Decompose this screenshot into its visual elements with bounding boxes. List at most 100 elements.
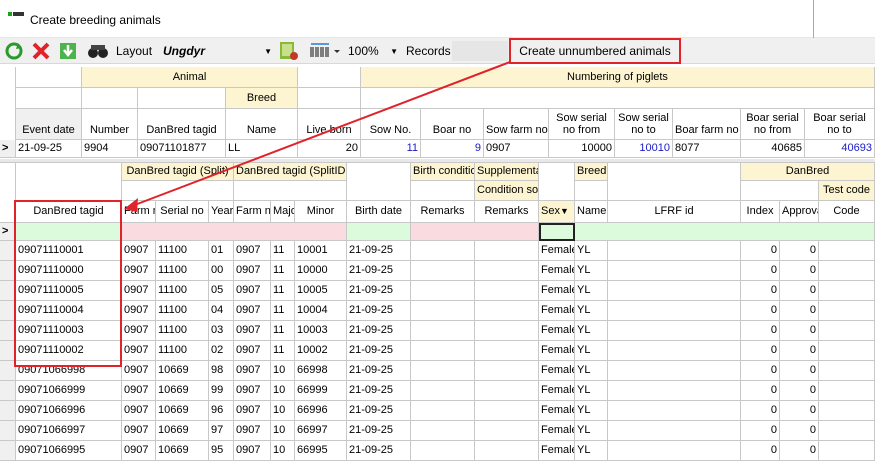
cell-lfrf-id[interactable] [608,281,741,301]
cell-farm-no[interactable]: 0907 [122,361,156,381]
cell-serial-no[interactable]: 10669 [156,361,209,381]
col-header-minor[interactable]: Minor [295,201,347,223]
col-header-farm-no-2[interactable]: Farm no [234,201,271,223]
col-header-number[interactable]: Number [82,109,138,140]
cell-name[interactable]: YL [575,321,608,341]
cell-code[interactable] [819,421,875,441]
cell-code[interactable] [819,261,875,281]
cell-serial-no[interactable]: 11100 [156,241,209,261]
cell-farm-no[interactable]: 0907 [122,341,156,361]
cell-serial-no[interactable]: 10669 [156,381,209,401]
cell-name[interactable]: YL [575,401,608,421]
new-cell-birth-date[interactable] [347,223,411,241]
cell-sex[interactable]: Female [539,321,575,341]
cell-minor[interactable]: 66999 [295,381,347,401]
cell-lfrf-id[interactable] [608,361,741,381]
cell-minor[interactable]: 10000 [295,261,347,281]
cell-minor[interactable]: 10002 [295,341,347,361]
col-header-name[interactable]: Name [226,109,298,140]
col-header-lfrf-id[interactable]: LFRF id [608,201,741,223]
cell-sex[interactable]: Female [539,261,575,281]
cell-serial-no[interactable]: 11100 [156,321,209,341]
cell-sow-serial-to[interactable]: 10010 [615,140,673,158]
binoculars-icon[interactable] [86,41,110,61]
cell-danbred-tagid[interactable]: 09071101877 [138,140,226,158]
cell-tagid[interactable]: 09071066997 [16,421,122,441]
cell-farm-no[interactable]: 0907 [122,261,156,281]
cell-year[interactable]: 98 [209,361,234,381]
zoom-dropdown[interactable]: 100% ▼ [346,41,402,61]
cell-birth-date[interactable]: 21-09-25 [347,361,411,381]
cell-approval-code[interactable]: 0 [780,361,819,381]
cell-birth-date[interactable]: 21-09-25 [347,441,411,461]
cell-serial-no[interactable]: 11100 [156,281,209,301]
cell-sex[interactable]: Female [539,381,575,401]
cell-code[interactable] [819,381,875,401]
cell-birth-date[interactable]: 21-09-25 [347,301,411,321]
col-header-sex[interactable]: Sex▼ [539,201,575,223]
cell-name[interactable]: YL [575,261,608,281]
cell-year[interactable]: 00 [209,261,234,281]
cell-name[interactable]: YL [575,341,608,361]
cell-sex[interactable]: Female [539,401,575,421]
cell-farm-no-2[interactable]: 0907 [234,421,271,441]
cell-year[interactable]: 97 [209,421,234,441]
col-header-sow-serial-from[interactable]: Sow serial no from [549,109,615,140]
cell-name[interactable]: YL [575,441,608,461]
cell-lfrf-id[interactable] [608,341,741,361]
cell-approval-code[interactable]: 0 [780,321,819,341]
cell-index[interactable]: 0 [741,321,780,341]
new-cell-sex-selected[interactable] [539,223,575,241]
cell-sex[interactable]: Female [539,421,575,441]
cell-approval-code[interactable]: 0 [780,381,819,401]
cell-remarks-1[interactable] [411,321,475,341]
col-header-live-born[interactable]: Live born [298,109,361,140]
cell-name[interactable]: YL [575,301,608,321]
cell-serial-no[interactable]: 10669 [156,401,209,421]
col-header-danbred-tagid[interactable]: DanBred tagid [138,109,226,140]
col-header-boar-serial-from[interactable]: Boar serial no from [741,109,805,140]
cell-remarks-2[interactable] [475,261,539,281]
cell-major[interactable]: 11 [271,281,295,301]
cell-code[interactable] [819,361,875,381]
cell-index[interactable]: 0 [741,381,780,401]
cell-approval-code[interactable]: 0 [780,301,819,321]
col-header-sow-serial-to[interactable]: Sow serial no to [615,109,673,140]
cell-remarks-2[interactable] [475,281,539,301]
cell-birth-date[interactable]: 21-09-25 [347,241,411,261]
cell-index[interactable]: 0 [741,361,780,381]
cell-major[interactable]: 11 [271,301,295,321]
cell-major[interactable]: 10 [271,401,295,421]
cell-lfrf-id[interactable] [608,401,741,421]
cell-year[interactable]: 04 [209,301,234,321]
cell-serial-no[interactable]: 11100 [156,301,209,321]
cell-name[interactable]: YL [575,421,608,441]
cell-remarks-1[interactable] [411,381,475,401]
cell-remarks-2[interactable] [475,341,539,361]
cell-code[interactable] [819,241,875,261]
cell-birth-date[interactable]: 21-09-25 [347,341,411,361]
cell-year[interactable]: 01 [209,241,234,261]
cell-approval-code[interactable]: 0 [780,341,819,361]
cell-birth-date[interactable]: 21-09-25 [347,401,411,421]
cell-tagid[interactable]: 09071066999 [16,381,122,401]
cell-farm-no-2[interactable]: 0907 [234,321,271,341]
layout-dropdown[interactable]: Ungdyr ▼ [160,41,275,61]
col-header-index[interactable]: Index [741,201,780,223]
records-button[interactable]: Records [406,44,451,58]
cell-name[interactable]: YL [575,281,608,301]
cell-minor[interactable]: 66998 [295,361,347,381]
cell-event-date[interactable]: 21-09-25 [16,140,82,158]
cell-name[interactable]: YL [575,361,608,381]
cell-year[interactable]: 99 [209,381,234,401]
cell-remarks-1[interactable] [411,361,475,381]
col-header-farm-no[interactable]: Farm no [122,201,156,223]
cell-name[interactable]: YL [575,241,608,261]
barcode-icon[interactable] [309,41,341,61]
cell-boar-farm-no[interactable]: 8077 [673,140,741,158]
cell-farm-no[interactable]: 0907 [122,241,156,261]
col-header-boar-serial-to[interactable]: Boar serial no to [805,109,875,140]
cell-farm-no-2[interactable]: 0907 [234,441,271,461]
cell-major[interactable]: 10 [271,361,295,381]
cell-birth-date[interactable]: 21-09-25 [347,281,411,301]
